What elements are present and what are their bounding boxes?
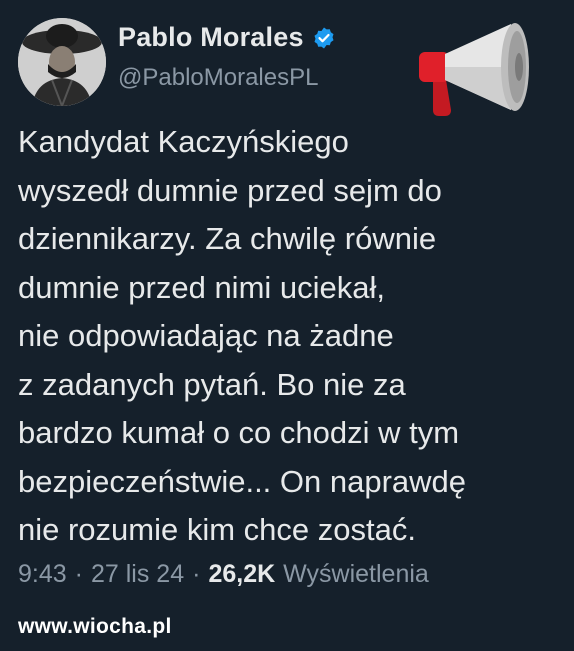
author-handle[interactable]: @PabloMoralesPL [118, 64, 318, 92]
views-label[interactable]: Wyświetlenia [283, 560, 429, 589]
tweet-line: dziennikarzy. Za chwilę równie [18, 221, 437, 256]
avatar-portrait-image [18, 18, 106, 106]
tweet-date[interactable]: 27 lis 24 [91, 560, 184, 589]
views-count[interactable]: 26,2K [208, 560, 275, 589]
tweet-text: Kandydat Kaczyńskiego wyszedł dumnie prz… [18, 118, 563, 555]
tweet-meta: 9:43 · 27 lis 24 · 26,2K Wyświetlenia [18, 560, 429, 589]
tweet-line: bardzo kumał o co chodzi w tym [18, 415, 460, 450]
author-name-row[interactable]: Pablo Morales [118, 22, 336, 53]
meta-separator: · [74, 560, 83, 588]
author-display-name[interactable]: Pablo Morales [118, 22, 304, 53]
tweet-line: nie odpowiadając na żadne [18, 318, 394, 353]
tweet-time[interactable]: 9:43 [18, 560, 67, 589]
tweet-line: nie rozumie kim chce zostać. [18, 512, 416, 547]
verified-badge-icon [314, 27, 334, 48]
megaphone-icon [419, 23, 529, 116]
tweet-line: bezpieczeństwie... On naprawdę [18, 463, 467, 499]
tweet-line: z zadanych pytań. Bo nie za [18, 366, 406, 402]
avatar[interactable] [18, 18, 106, 106]
tweet-line: dumnie przed nimi uciekał, [18, 269, 386, 305]
tweet-line: Kandydat Kaczyńskiego [18, 124, 349, 159]
site-watermark: www.wiocha.pl [18, 615, 172, 638]
tweet-line: wyszedł dumnie przed sejm do [18, 172, 442, 208]
meta-separator: · [192, 560, 201, 588]
